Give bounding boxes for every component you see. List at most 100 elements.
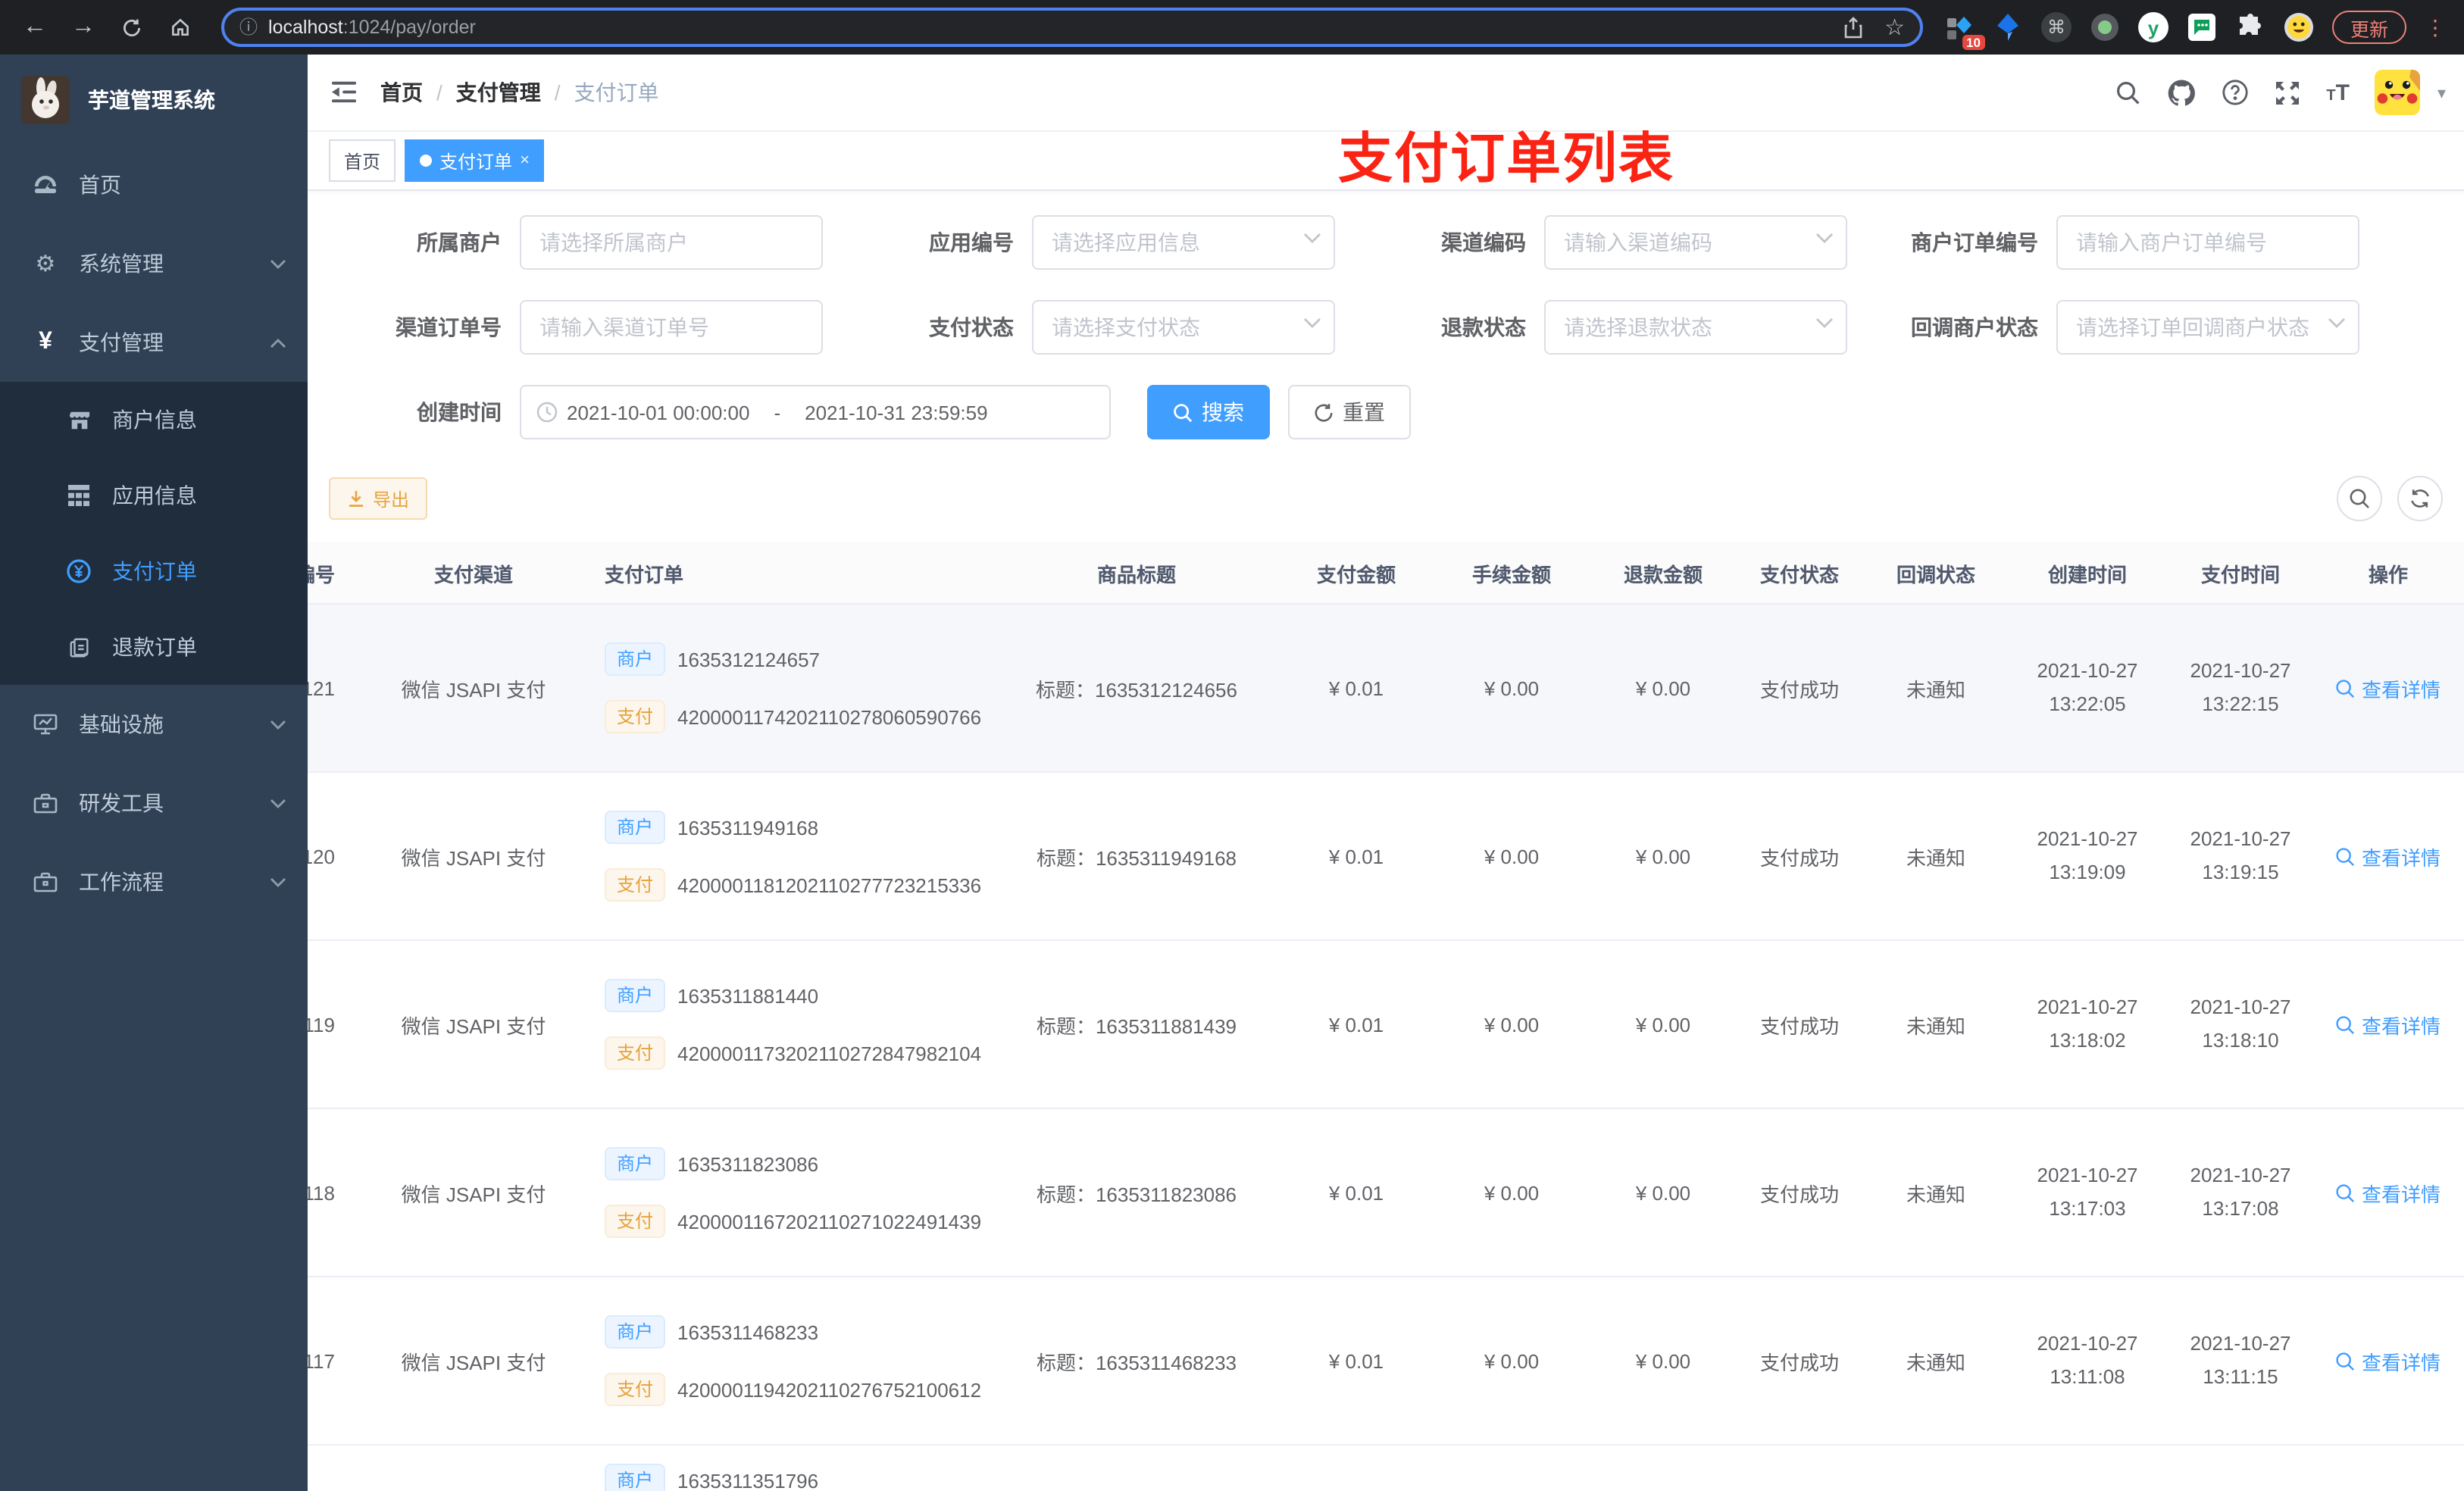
- sidebar-logo-row[interactable]: 芋道管理系统: [0, 55, 308, 145]
- sidebar-item-devtool[interactable]: 研发工具: [0, 764, 308, 842]
- merchant-order-no-filter-field[interactable]: [2056, 215, 2359, 270]
- kite-extension-icon[interactable]: [1993, 12, 2023, 42]
- view-detail-link[interactable]: 查看详情: [2336, 1346, 2441, 1375]
- avatar[interactable]: [2375, 70, 2421, 115]
- github-icon[interactable]: [2167, 78, 2196, 107]
- merchant-filter-label: 所属商户: [417, 230, 502, 255]
- header-search-icon[interactable]: [2115, 80, 2141, 105]
- browser-home-button[interactable]: [161, 8, 200, 47]
- sidebar-item-workflow[interactable]: 工作流程: [0, 842, 308, 921]
- sidebar-item-app-info[interactable]: 应用信息: [0, 458, 308, 533]
- sidebar-item-merchant-info[interactable]: 商户信息: [0, 382, 308, 458]
- refund-status-filter-field[interactable]: [1544, 300, 1847, 355]
- search-button[interactable]: 搜索: [1147, 385, 1270, 439]
- cell-fee: ¥ 0.00: [1424, 940, 1599, 1109]
- sidebar-item-infra[interactable]: 基础设施: [0, 685, 308, 764]
- channel-order-no-filter-field[interactable]: [520, 300, 823, 355]
- breadcrumb-pay[interactable]: 支付管理: [456, 77, 541, 108]
- tag-assistant-extension-icon[interactable]: 10: [1944, 12, 1985, 50]
- sidebar-item-pay-order[interactable]: 支付订单: [0, 533, 308, 609]
- cell-title: 标题：1635311468233: [985, 1277, 1288, 1446]
- cell-created: 2021-10-27 13:22:05: [2000, 604, 2175, 773]
- site-info-icon[interactable]: ⓘ: [239, 18, 258, 36]
- table-row: 121 微信 JSAPI 支付 商户 1635312124657 支付 420000…: [265, 604, 2464, 773]
- merchant-filter-input[interactable]: [520, 215, 823, 270]
- sidebar-collapse-button[interactable]: [308, 55, 380, 130]
- create-time-range-picker[interactable]: 2021-10-01 00:00:00 - 2021-10-31 23:59:5…: [520, 385, 1111, 439]
- avatar-caret-icon[interactable]: ▾: [2437, 83, 2446, 102]
- browser-menu-icon[interactable]: ⋮: [2425, 14, 2446, 40]
- emoji-extension-icon[interactable]: [2284, 12, 2314, 42]
- breadcrumb-home[interactable]: 首页: [380, 77, 423, 108]
- channel-code-filter-field[interactable]: [1544, 215, 1847, 270]
- merchant-filter-field[interactable]: [520, 215, 823, 270]
- refund-status-filter-select[interactable]: [1544, 300, 1847, 355]
- font-size-icon[interactable]: TT: [2326, 81, 2350, 104]
- cell-title: 标题：1635311823086: [985, 1108, 1288, 1277]
- cell-channel: 微信 JSAPI 支付: [356, 604, 591, 773]
- pay-order-no: 4200001194202110276752100612: [677, 1378, 982, 1401]
- browser-back-button[interactable]: ←: [15, 8, 55, 47]
- notify-status-filter-select[interactable]: [2056, 300, 2359, 355]
- url-bar[interactable]: ⓘ localhost:1024/pay/order ☆: [221, 8, 1923, 47]
- merchant-order-no-filter-input[interactable]: [2056, 215, 2359, 270]
- create-time-filter-label: 创建时间: [417, 400, 502, 424]
- refresh-table-button[interactable]: [2397, 476, 2443, 521]
- cell-action: 查看详情: [2306, 1277, 2464, 1446]
- export-button[interactable]: 导出: [329, 477, 428, 520]
- share-icon[interactable]: [1842, 16, 1863, 39]
- pay-order-no: 4200001174202110278060590766: [677, 705, 982, 728]
- reset-button[interactable]: 重置: [1288, 385, 1411, 439]
- app-no-filter-label: 应用编号: [929, 230, 1014, 255]
- tab-home[interactable]: 首页: [329, 139, 396, 182]
- browser-update-button[interactable]: 更新: [2331, 11, 2406, 44]
- browser-forward-button[interactable]: →: [64, 8, 103, 47]
- command-extension-icon[interactable]: ⌘: [2040, 12, 2072, 42]
- annotation-title: 支付订单列表: [1338, 127, 1675, 189]
- view-detail-link[interactable]: 查看详情: [2336, 1178, 2441, 1207]
- pay-submenu: 商户信息 应用信息 支付订单 退款订单: [0, 382, 308, 685]
- view-detail-link[interactable]: 查看详情: [2336, 674, 2441, 702]
- cell-order: 商户 1635312124657 支付 4200001174202110278060…: [591, 604, 985, 773]
- cell-refund: ¥ 0.00: [1599, 1277, 1728, 1446]
- chat-extension-icon[interactable]: [2187, 12, 2217, 42]
- merchant-order-no-filter-label: 商户订单编号: [1911, 230, 2038, 255]
- extensions-puzzle-icon[interactable]: [2235, 12, 2265, 42]
- tab-pay-order[interactable]: 支付订单 ×: [405, 139, 545, 182]
- sidebar-item-home[interactable]: 首页: [0, 145, 308, 224]
- col-refund: 退款金额: [1599, 542, 1728, 605]
- range-start-value[interactable]: 2021-10-01 00:00:00: [567, 401, 749, 424]
- merchant-order-no: 1635311881440: [677, 984, 819, 1007]
- help-icon[interactable]: [2222, 79, 2249, 106]
- cell-action: 查看详情: [2306, 604, 2464, 773]
- magnifier-icon: [2337, 1183, 2355, 1202]
- sidebar-item-refund-order[interactable]: 退款订单: [0, 609, 308, 685]
- recorder-extension-icon[interactable]: [2090, 12, 2120, 42]
- merchant-tag: 商户: [605, 1147, 666, 1180]
- view-detail-link[interactable]: 查看详情: [2336, 842, 2441, 871]
- channel-code-filter-select[interactable]: [1544, 215, 1847, 270]
- app-window: ← → ⓘ localhost:1024/pay/order ☆ 10 ⌘ y …: [0, 0, 2464, 1491]
- view-detail-link[interactable]: 查看详情: [2336, 1010, 2441, 1039]
- pay-order-no: 4200001173202110272847982104: [677, 1042, 982, 1064]
- notify-status-filter-field[interactable]: [2056, 300, 2359, 355]
- merchant-tag: 商户: [605, 811, 666, 844]
- cell-title: 标题：1635311881439: [985, 940, 1288, 1109]
- sidebar-item-pay[interactable]: ¥ 支付管理: [0, 303, 308, 382]
- browser-reload-button[interactable]: [112, 8, 152, 47]
- range-end-value[interactable]: 2021-10-31 23:59:59: [805, 401, 987, 424]
- close-tab-icon[interactable]: ×: [520, 152, 530, 169]
- y-extension-icon[interactable]: y: [2137, 12, 2169, 42]
- pay-status-filter-select[interactable]: [1032, 300, 1335, 355]
- app-no-filter-select[interactable]: [1032, 215, 1335, 270]
- bookmark-star-icon[interactable]: ☆: [1884, 14, 1905, 41]
- cell-amount: ¥ 0.01: [1288, 1108, 1424, 1277]
- channel-order-no-filter-input[interactable]: [520, 300, 823, 355]
- merchant-tag: 商户: [605, 642, 666, 676]
- sidebar-item-system[interactable]: ⚙ 系统管理: [0, 224, 308, 303]
- app-no-filter-field[interactable]: [1032, 215, 1335, 270]
- toggle-search-button[interactable]: [2337, 476, 2382, 521]
- fullscreen-icon[interactable]: [2275, 80, 2300, 105]
- pay-status-filter-field[interactable]: [1032, 300, 1335, 355]
- cell-refund: ¥ 0.00: [1599, 604, 1728, 773]
